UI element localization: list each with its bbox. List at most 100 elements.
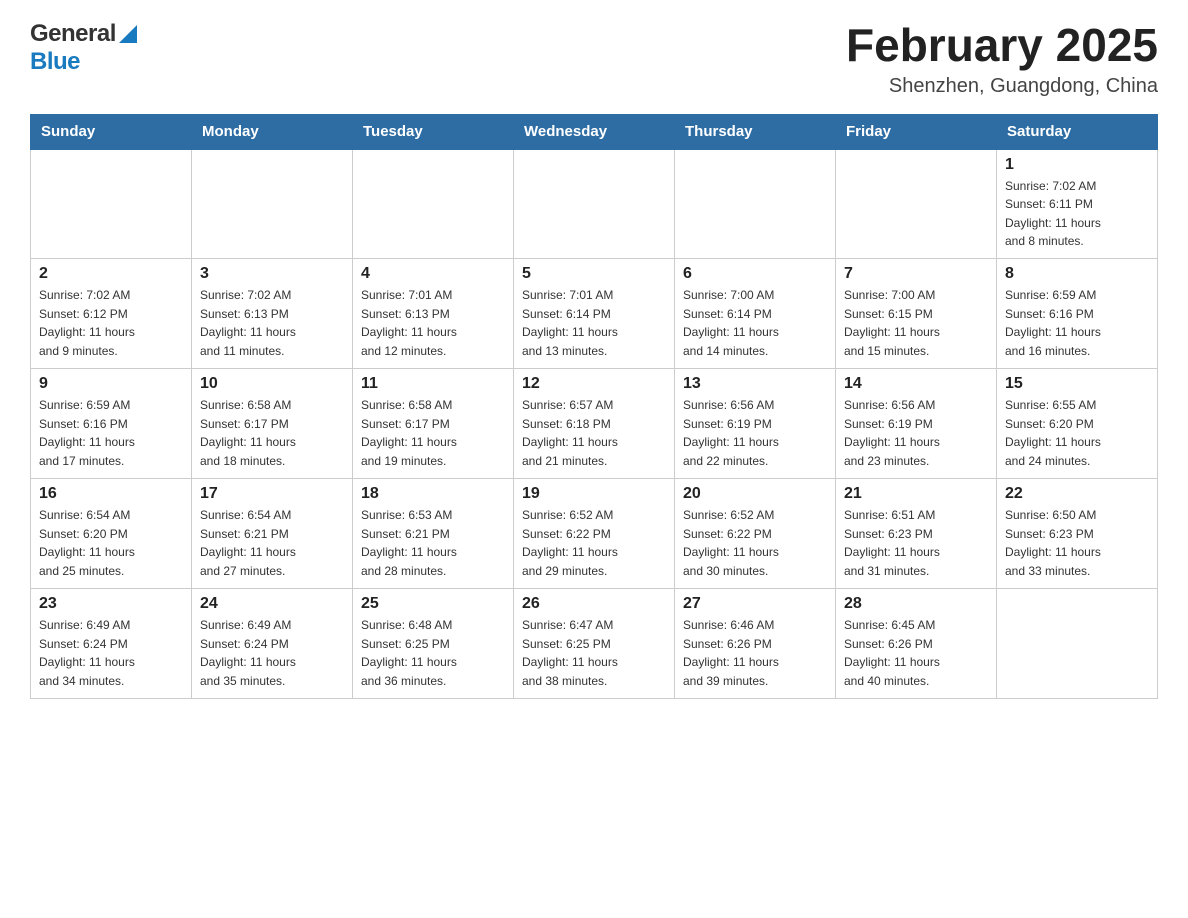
calendar-week-row: 2 Sunrise: 7:02 AM Sunset: 6:12 PM Daylig… <box>31 259 1158 369</box>
day-info: Sunrise: 6:46 AM Sunset: 6:26 PM Dayligh… <box>683 616 827 690</box>
calendar-cell: 15Sunrise: 6:55 AM Sunset: 6:20 PM Dayli… <box>997 369 1158 479</box>
calendar-cell: 6 Sunrise: 7:00 AM Sunset: 6:14 PM Daylig… <box>675 259 836 369</box>
header-friday: Friday <box>836 114 997 149</box>
calendar-cell <box>675 149 836 259</box>
calendar-cell: 8 Sunrise: 6:59 AM Sunset: 6:16 PM Daylig… <box>997 259 1158 369</box>
calendar-week-row: 16 Sunrise: 6:54 AM Sunset: 6:20 PM Dayli… <box>31 479 1158 589</box>
calendar-cell: 13Sunrise: 6:56 AM Sunset: 6:19 PM Dayli… <box>675 369 836 479</box>
calendar-cell: 14 Sunrise: 6:56 AM Sunset: 6:19 PM Dayli… <box>836 369 997 479</box>
day-info: Sunrise: 6:54 AM Sunset: 6:20 PM Dayligh… <box>39 506 183 580</box>
day-number: 19 <box>522 485 666 503</box>
day-info: Sunrise: 6:59 AM Sunset: 6:16 PM Dayligh… <box>39 396 183 470</box>
day-number: 9 <box>39 375 183 393</box>
day-number: 11 <box>361 375 505 393</box>
calendar-cell: 27 Sunrise: 6:46 AM Sunset: 6:26 PM Dayli… <box>675 589 836 699</box>
calendar-cell <box>836 149 997 259</box>
calendar-cell: 1Sunrise: 7:02 AM Sunset: 6:11 PM Daylig… <box>997 149 1158 259</box>
header-monday: Monday <box>192 114 353 149</box>
day-info: Sunrise: 6:49 AM Sunset: 6:24 PM Dayligh… <box>39 616 183 690</box>
calendar-week-row: 9 Sunrise: 6:59 AM Sunset: 6:16 PM Daylig… <box>31 369 1158 479</box>
calendar-cell: 5 Sunrise: 7:01 AM Sunset: 6:14 PM Daylig… <box>514 259 675 369</box>
logo-arrow-icon <box>119 23 137 48</box>
day-number: 14 <box>844 375 988 393</box>
day-info: Sunrise: 7:01 AM Sunset: 6:13 PM Dayligh… <box>361 286 505 360</box>
calendar-cell <box>997 589 1158 699</box>
calendar-cell: 22 Sunrise: 6:50 AM Sunset: 6:23 PM Dayli… <box>997 479 1158 589</box>
day-info: Sunrise: 6:49 AM Sunset: 6:24 PM Dayligh… <box>200 616 344 690</box>
day-number: 10 <box>200 375 344 393</box>
calendar-cell: 20 Sunrise: 6:52 AM Sunset: 6:22 PM Dayli… <box>675 479 836 589</box>
calendar-cell <box>353 149 514 259</box>
header-tuesday: Tuesday <box>353 114 514 149</box>
day-number: 24 <box>200 595 344 613</box>
calendar-week-row: 1Sunrise: 7:02 AM Sunset: 6:11 PM Daylig… <box>31 149 1158 259</box>
day-info: Sunrise: 6:52 AM Sunset: 6:22 PM Dayligh… <box>522 506 666 580</box>
calendar-table: SundayMondayTuesdayWednesdayThursdayFrid… <box>30 114 1158 700</box>
day-number: 28 <box>844 595 988 613</box>
calendar-week-row: 23 Sunrise: 6:49 AM Sunset: 6:24 PM Dayli… <box>31 589 1158 699</box>
day-number: 25 <box>361 595 505 613</box>
calendar-cell: 2 Sunrise: 7:02 AM Sunset: 6:12 PM Daylig… <box>31 259 192 369</box>
logo: General Blue <box>30 20 137 76</box>
day-info: Sunrise: 6:47 AM Sunset: 6:25 PM Dayligh… <box>522 616 666 690</box>
calendar-cell: 21Sunrise: 6:51 AM Sunset: 6:23 PM Dayli… <box>836 479 997 589</box>
day-info: Sunrise: 6:45 AM Sunset: 6:26 PM Dayligh… <box>844 616 988 690</box>
month-year-title: February 2025 <box>846 20 1158 71</box>
day-number: 13 <box>683 375 827 393</box>
day-info: Sunrise: 6:58 AM Sunset: 6:17 PM Dayligh… <box>361 396 505 470</box>
calendar-cell: 25Sunrise: 6:48 AM Sunset: 6:25 PM Dayli… <box>353 589 514 699</box>
day-info: Sunrise: 7:00 AM Sunset: 6:15 PM Dayligh… <box>844 286 988 360</box>
calendar-cell: 26 Sunrise: 6:47 AM Sunset: 6:25 PM Dayli… <box>514 589 675 699</box>
header-wednesday: Wednesday <box>514 114 675 149</box>
day-info: Sunrise: 7:02 AM Sunset: 6:11 PM Dayligh… <box>1005 177 1149 251</box>
calendar-header-row: SundayMondayTuesdayWednesdayThursdayFrid… <box>31 114 1158 149</box>
calendar-cell <box>192 149 353 259</box>
header-thursday: Thursday <box>675 114 836 149</box>
calendar-cell: 7 Sunrise: 7:00 AM Sunset: 6:15 PM Daylig… <box>836 259 997 369</box>
calendar-cell: 12 Sunrise: 6:57 AM Sunset: 6:18 PM Dayli… <box>514 369 675 479</box>
day-number: 5 <box>522 265 666 283</box>
calendar-cell: 10 Sunrise: 6:58 AM Sunset: 6:17 PM Dayli… <box>192 369 353 479</box>
day-number: 17 <box>200 485 344 503</box>
day-number: 2 <box>39 265 183 283</box>
day-info: Sunrise: 6:57 AM Sunset: 6:18 PM Dayligh… <box>522 396 666 470</box>
calendar-cell: 16 Sunrise: 6:54 AM Sunset: 6:20 PM Dayli… <box>31 479 192 589</box>
calendar-cell: 3Sunrise: 7:02 AM Sunset: 6:13 PM Daylig… <box>192 259 353 369</box>
location-subtitle: Shenzhen, Guangdong, China <box>846 75 1158 98</box>
day-info: Sunrise: 7:01 AM Sunset: 6:14 PM Dayligh… <box>522 286 666 360</box>
day-info: Sunrise: 6:56 AM Sunset: 6:19 PM Dayligh… <box>844 396 988 470</box>
day-info: Sunrise: 6:54 AM Sunset: 6:21 PM Dayligh… <box>200 506 344 580</box>
day-info: Sunrise: 7:02 AM Sunset: 6:12 PM Dayligh… <box>39 286 183 360</box>
day-number: 7 <box>844 265 988 283</box>
day-info: Sunrise: 6:50 AM Sunset: 6:23 PM Dayligh… <box>1005 506 1149 580</box>
day-number: 26 <box>522 595 666 613</box>
day-number: 27 <box>683 595 827 613</box>
calendar-cell: 28 Sunrise: 6:45 AM Sunset: 6:26 PM Dayli… <box>836 589 997 699</box>
calendar-cell: 11 Sunrise: 6:58 AM Sunset: 6:17 PM Dayli… <box>353 369 514 479</box>
calendar-cell: 23 Sunrise: 6:49 AM Sunset: 6:24 PM Dayli… <box>31 589 192 699</box>
header-sunday: Sunday <box>31 114 192 149</box>
day-number: 18 <box>361 485 505 503</box>
day-info: Sunrise: 6:55 AM Sunset: 6:20 PM Dayligh… <box>1005 396 1149 470</box>
day-number: 8 <box>1005 265 1149 283</box>
day-number: 23 <box>39 595 183 613</box>
title-area: February 2025 Shenzhen, Guangdong, China <box>846 20 1158 98</box>
day-info: Sunrise: 6:52 AM Sunset: 6:22 PM Dayligh… <box>683 506 827 580</box>
calendar-cell: 24 Sunrise: 6:49 AM Sunset: 6:24 PM Dayli… <box>192 589 353 699</box>
day-number: 12 <box>522 375 666 393</box>
logo-blue-text: Blue <box>30 48 80 75</box>
calendar-cell: 9 Sunrise: 6:59 AM Sunset: 6:16 PM Daylig… <box>31 369 192 479</box>
day-number: 22 <box>1005 485 1149 503</box>
day-info: Sunrise: 6:51 AM Sunset: 6:23 PM Dayligh… <box>844 506 988 580</box>
calendar-cell <box>514 149 675 259</box>
logo-general-text: General <box>30 20 116 48</box>
day-info: Sunrise: 6:58 AM Sunset: 6:17 PM Dayligh… <box>200 396 344 470</box>
day-number: 16 <box>39 485 183 503</box>
calendar-cell: 19 Sunrise: 6:52 AM Sunset: 6:22 PM Dayli… <box>514 479 675 589</box>
day-info: Sunrise: 7:00 AM Sunset: 6:14 PM Dayligh… <box>683 286 827 360</box>
day-info: Sunrise: 7:02 AM Sunset: 6:13 PM Dayligh… <box>200 286 344 360</box>
day-number: 6 <box>683 265 827 283</box>
day-number: 20 <box>683 485 827 503</box>
header: General Blue February 2025 Shenzhen, Gua… <box>30 20 1158 98</box>
day-info: Sunrise: 6:59 AM Sunset: 6:16 PM Dayligh… <box>1005 286 1149 360</box>
